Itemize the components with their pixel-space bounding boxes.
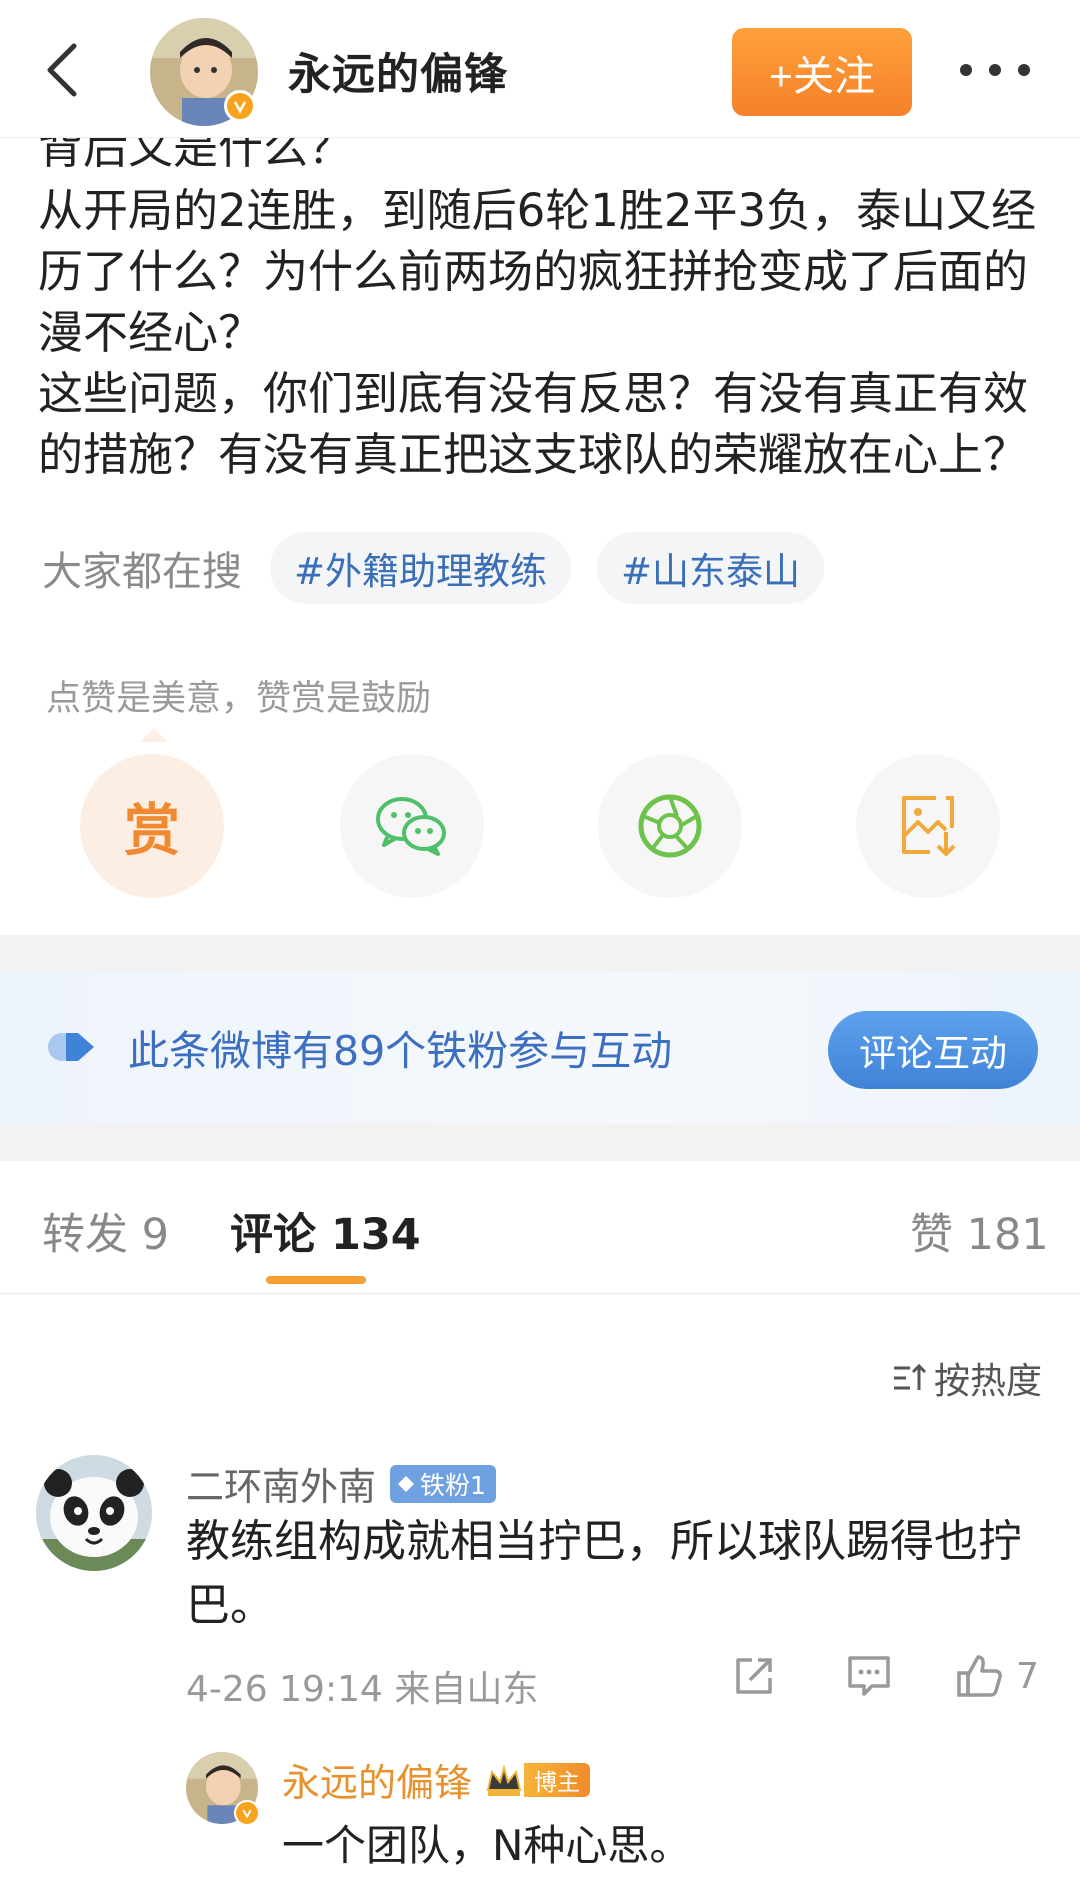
hashtag-chip[interactable]: #外籍助理教练 <box>270 532 572 604</box>
post-line: 这些问题，你们到底有没有反思？有没有真正有效 <box>38 367 1029 420</box>
comment-meta: 4-26 19:14 来自山东 <box>186 1669 539 1710</box>
reply-comment-button[interactable] <box>846 1648 892 1704</box>
commenter-avatar[interactable] <box>36 1455 152 1571</box>
iron-fan-banner: 此条微博有89个铁粉参与互动 评论互动 <box>0 971 1080 1123</box>
reward-label: 赏 <box>124 798 180 864</box>
follow-button[interactable]: +关注 <box>732 28 912 116</box>
iron-fan-badge-label: 铁粉1 <box>420 1470 486 1500</box>
moments-icon <box>638 794 702 858</box>
back-icon[interactable] <box>36 40 86 100</box>
more-icon[interactable] <box>960 50 1030 90</box>
thumbs-up-icon <box>957 1655 1002 1697</box>
tip-pointer <box>140 728 168 742</box>
reply-author-name[interactable]: 永远的偏锋 <box>282 1752 472 1807</box>
tab-reposts[interactable]: 转发 9 <box>42 1200 169 1262</box>
blog-owner-badge: 博主 <box>484 1760 591 1800</box>
like-count: 7 <box>1016 1655 1039 1697</box>
sort-label: 按热度 <box>934 1361 1043 1402</box>
wechat-icon <box>376 797 446 856</box>
save-image-button[interactable] <box>856 754 1000 898</box>
comment-line: 巴。 <box>186 1580 274 1631</box>
like-comment-button[interactable]: 7 <box>956 1648 1039 1704</box>
fan-interaction-icon <box>48 1033 94 1061</box>
trending-search-row: 大家都在搜 #外籍助理教练 #山东泰山 <box>42 530 850 606</box>
share-icon <box>736 1658 772 1694</box>
commenter-name[interactable]: 二环南外南 <box>186 1456 376 1511</box>
section-divider <box>0 935 1080 971</box>
reward-tip: 点赞是美意，赞赏是鼓励 <box>46 679 432 719</box>
verified-icon <box>234 1800 260 1826</box>
comment-header: 二环南外南 铁粉1 <box>186 1456 496 1511</box>
comment-interaction-button[interactable]: 评论互动 <box>828 1011 1038 1089</box>
moments-share-button[interactable] <box>598 754 742 898</box>
active-tab-indicator <box>266 1276 366 1284</box>
reward-button[interactable]: 赏 <box>80 754 224 898</box>
reply-avatar[interactable] <box>186 1752 260 1826</box>
post-line: 从开局的2连胜，到随后6轮1胜2平3负，泰山又经 <box>38 184 1037 237</box>
verified-icon <box>224 90 256 122</box>
sort-by-hot-button[interactable]: 按热度 <box>892 1352 1042 1404</box>
wechat-share-button[interactable] <box>340 754 484 898</box>
comment-icon <box>848 1656 890 1696</box>
section-divider <box>0 1123 1080 1161</box>
save-image-icon <box>902 796 956 856</box>
post-line: 历了什么？为什么前两场的疯狂拼抢变成了后面的 <box>38 245 1029 298</box>
tab-likes[interactable]: 赞 181 <box>910 1200 1049 1262</box>
tab-divider <box>0 1293 1080 1294</box>
tab-comments[interactable]: 评论 134 <box>230 1200 421 1262</box>
post-body: 从开局的2连胜，到随后6轮1胜2平3负，泰山又经 历了什么？为什么前两场的疯狂拼… <box>38 180 1048 485</box>
sort-icon <box>894 1363 927 1390</box>
blog-owner-label: 博主 <box>524 1762 591 1797</box>
post-line: 漫不经心？ <box>38 306 264 359</box>
reply-header: 永远的偏锋 博主 <box>282 1752 591 1807</box>
diamond-icon <box>398 1475 415 1492</box>
reply-text: 一个团队，N种心思。 <box>282 1821 692 1870</box>
hashtag-chip[interactable]: #山东泰山 <box>597 532 825 604</box>
trending-search-label: 大家都在搜 <box>42 549 242 595</box>
crown-icon <box>486 1763 522 1796</box>
comment-text: 教练组构成就相当拧巴，所以球队踢得也拧 巴。 <box>186 1510 1046 1638</box>
iron-fan-text: 此条微博有89个铁粉参与互动 <box>128 1027 673 1075</box>
share-comment-button[interactable] <box>732 1648 776 1704</box>
post-line: 的措施？有没有真正把这支球队的荣耀放在心上？ <box>38 428 1029 481</box>
top-bar: 永远的偏锋 +关注 <box>0 0 1080 138</box>
comment-line: 教练组构成就相当拧巴，所以球队踢得也拧 <box>186 1516 1022 1567</box>
author-avatar[interactable] <box>150 18 258 126</box>
iron-fan-badge: 铁粉1 <box>390 1464 496 1503</box>
author-name[interactable]: 永远的偏锋 <box>288 40 508 102</box>
